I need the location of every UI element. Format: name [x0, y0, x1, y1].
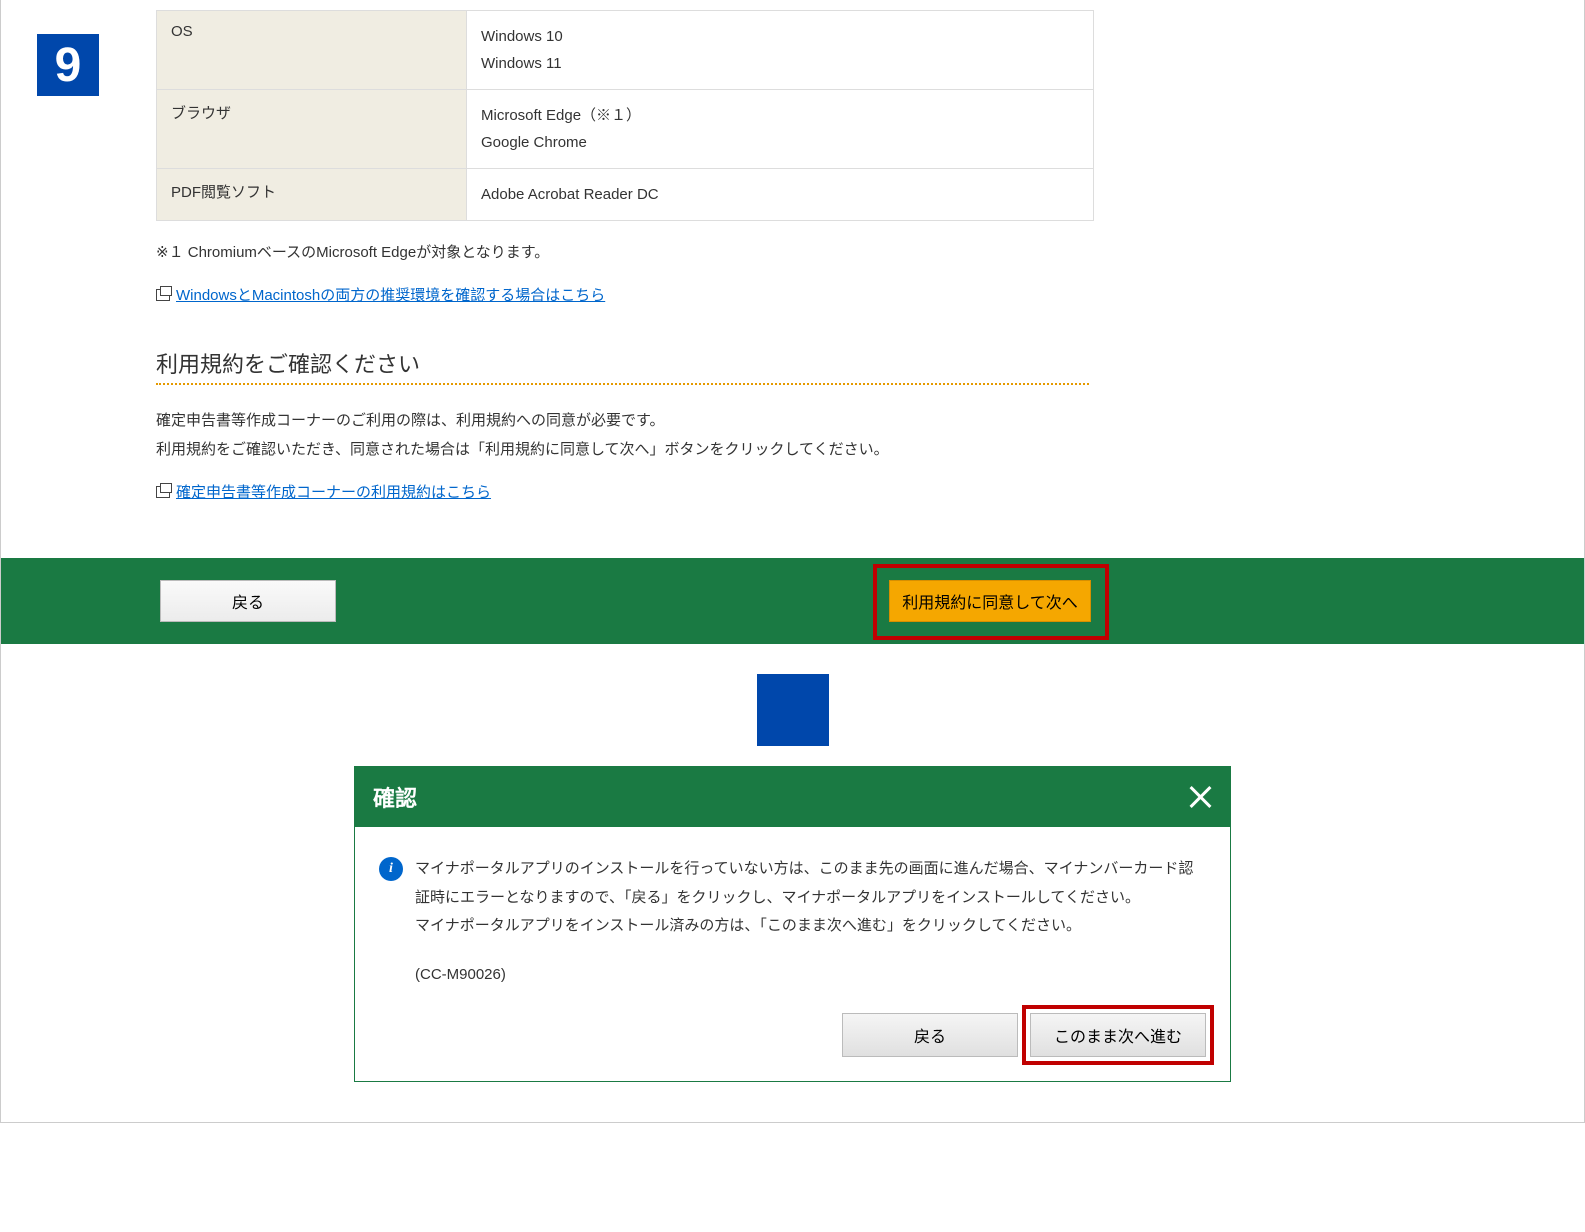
- new-window-icon: [156, 486, 170, 498]
- modal-footer: 戻る このまま次へ進む: [355, 1013, 1230, 1081]
- footnote-1: ※１ ChromiumベースのMicrosoft Edgeが対象となります。: [156, 239, 1089, 266]
- terms-link[interactable]: 確定申告書等作成コーナーの利用規約はこちら: [176, 481, 491, 502]
- info-icon: i: [379, 857, 403, 881]
- terms-paragraph-1: 確定申告書等作成コーナーのご利用の際は、利用規約への同意が必要です。: [156, 407, 1089, 434]
- terms-section-body: 確定申告書等作成コーナーのご利用の際は、利用規約への同意が必要です。 利用規約を…: [156, 407, 1089, 502]
- terms-section-title: 利用規約をご確認ください: [156, 347, 1089, 379]
- content-area: OS Windows 10 Windows 11 ブラウザ Microsoft …: [1, 0, 1584, 502]
- step-number-badge: 9: [37, 34, 99, 96]
- modal-paragraph-1: マイナポータルアプリのインストールを行っていない方は、このまま先の画面に進んだ場…: [415, 855, 1206, 912]
- confirm-modal: 確認 i マイナポータルアプリのインストールを行っていない方は、このまま先の画面…: [354, 766, 1231, 1082]
- env-link-row: WindowsとMacintoshの両方の推奨環境を確認する場合はこちら: [156, 284, 1089, 305]
- terms-paragraph-2: 利用規約をご確認いただき、同意された場合は「利用規約に同意して次へ」ボタンをクリ…: [156, 436, 1089, 463]
- action-bar: 戻る 利用規約に同意して次へ: [1, 558, 1584, 644]
- close-icon[interactable]: [1188, 785, 1212, 809]
- env-check-link[interactable]: WindowsとMacintoshの両方の推奨環境を確認する場合はこちら: [176, 284, 605, 305]
- new-window-icon: [156, 289, 170, 301]
- table-row: PDF閲覧ソフト Adobe Acrobat Reader DC: [157, 169, 1094, 221]
- back-button[interactable]: 戻る: [160, 580, 336, 622]
- table-value-pdf: Adobe Acrobat Reader DC: [467, 169, 1094, 221]
- table-label-pdf: PDF閲覧ソフト: [157, 169, 467, 221]
- modal-back-button[interactable]: 戻る: [842, 1013, 1018, 1057]
- table-row: ブラウザ Microsoft Edge（※１） Google Chrome: [157, 90, 1094, 169]
- table-label-os: OS: [157, 11, 467, 90]
- section-divider: [156, 383, 1089, 385]
- connector-block: [757, 674, 829, 746]
- table-label-browser: ブラウザ: [157, 90, 467, 169]
- modal-proceed-button[interactable]: このまま次へ進む: [1030, 1013, 1206, 1057]
- modal-paragraph-2: マイナポータルアプリをインストール済みの方は、「このまま次へ進む」をクリックして…: [415, 912, 1206, 941]
- modal-body: i マイナポータルアプリのインストールを行っていない方は、このまま先の画面に進ん…: [355, 827, 1230, 1013]
- table-value-browser: Microsoft Edge（※１） Google Chrome: [467, 90, 1094, 169]
- table-value-os: Windows 10 Windows 11: [467, 11, 1094, 90]
- table-row: OS Windows 10 Windows 11: [157, 11, 1094, 90]
- modal-title: 確認: [373, 781, 417, 813]
- modal-text: マイナポータルアプリのインストールを行っていない方は、このまま先の画面に進んだ場…: [415, 855, 1206, 989]
- modal-code: (CC-M90026): [415, 961, 1206, 990]
- environment-table: OS Windows 10 Windows 11 ブラウザ Microsoft …: [156, 10, 1094, 221]
- modal-header: 確認: [355, 767, 1230, 827]
- agree-next-button[interactable]: 利用規約に同意して次へ: [889, 580, 1091, 622]
- terms-link-row: 確定申告書等作成コーナーの利用規約はこちら: [156, 481, 1089, 502]
